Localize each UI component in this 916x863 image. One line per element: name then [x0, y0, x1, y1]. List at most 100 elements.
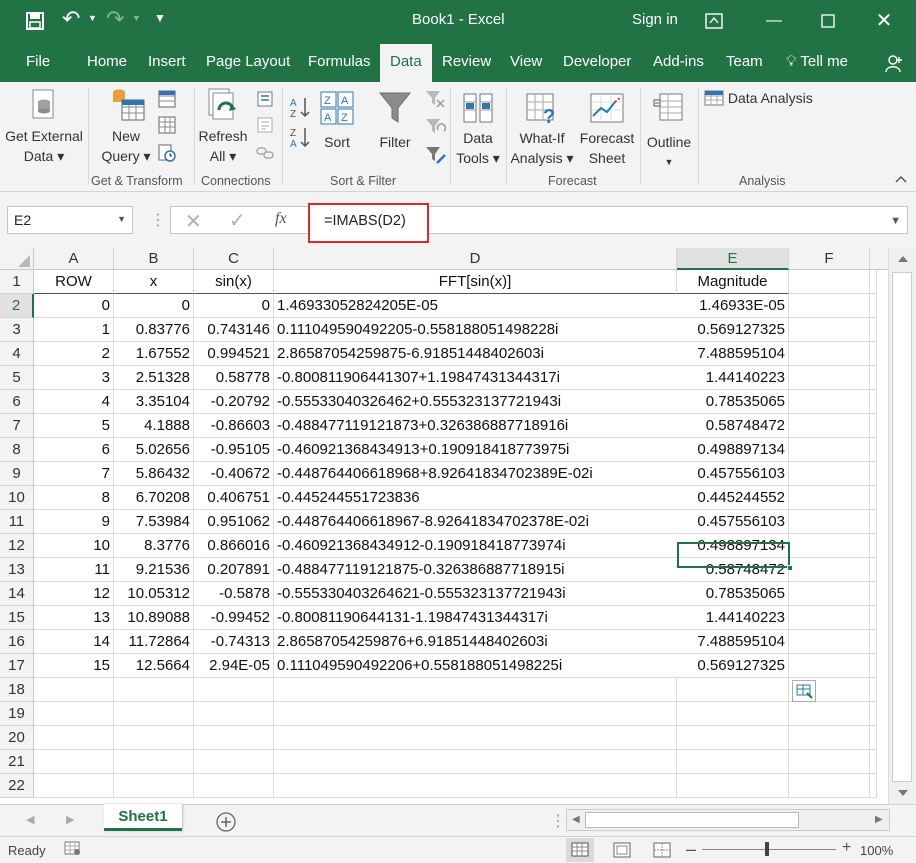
refresh-all-button[interactable]: Refresh All ▾ — [196, 86, 250, 166]
cell-sin-x[interactable]: -0.99452 — [194, 606, 274, 630]
enter-icon[interactable]: ✓ — [229, 208, 246, 233]
normal-view-button[interactable] — [566, 838, 594, 862]
row-header-13[interactable]: 13 — [0, 558, 34, 582]
sort-button[interactable]: Z A A Z Sort — [316, 86, 358, 152]
new-query-button[interactable]: New Query ▾ — [96, 86, 156, 166]
from-table-icon[interactable] — [158, 116, 176, 134]
scroll-right-icon[interactable]: ▶ — [875, 814, 883, 825]
cell-sin-x[interactable]: -0.74313 — [194, 630, 274, 654]
cell-row[interactable]: 7 — [34, 462, 114, 486]
next-sheet-icon[interactable]: ▶ — [66, 813, 74, 826]
select-all-corner[interactable] — [0, 248, 34, 270]
tab-page-layout[interactable]: Page Layout — [206, 53, 290, 70]
cell-row[interactable]: 13 — [34, 606, 114, 630]
header-cell-magnitude[interactable]: Magnitude — [677, 270, 789, 294]
row-header-12[interactable]: 12 — [0, 534, 34, 558]
cell-magnitude[interactable]: 0.58748472 — [677, 414, 789, 438]
cell-magnitude[interactable]: 0.78535065 — [677, 390, 789, 414]
cell-f[interactable] — [789, 606, 870, 630]
undo-dropdown-icon[interactable]: ▼ — [88, 13, 97, 23]
cell-fft[interactable]: -0.55533040326462+0.555323137721943i — [274, 390, 677, 414]
reapply-icon[interactable] — [424, 116, 446, 138]
cell-g[interactable] — [870, 390, 877, 414]
cell-sin-x[interactable]: 0.994521 — [194, 342, 274, 366]
cell-fft[interactable]: -0.448764406618968+8.92641834702389E-02i — [274, 462, 677, 486]
horizontal-scrollbar[interactable]: ◀ ▶ — [566, 809, 890, 831]
filter-button[interactable]: Filter — [372, 86, 418, 152]
row-header-18[interactable]: 18 — [0, 678, 34, 702]
vertical-scrollbar[interactable] — [888, 248, 916, 804]
cell-x[interactable]: 12.5664 — [114, 654, 194, 678]
cell-x[interactable]: 7.53984 — [114, 510, 194, 534]
cell-row[interactable]: 4 — [34, 390, 114, 414]
cell-g[interactable] — [870, 294, 877, 318]
cell-sin-x[interactable]: 0.58778 — [194, 366, 274, 390]
cell-x[interactable]: 2.51328 — [114, 366, 194, 390]
what-if-analysis-button[interactable]: ? What-If Analysis ▾ — [508, 86, 576, 168]
row-header-1[interactable]: 1 — [0, 270, 34, 294]
cell-fft[interactable]: -0.448764406618967-8.92641834702378E-02i — [274, 510, 677, 534]
cell-row[interactable]: 15 — [34, 654, 114, 678]
cell-fft[interactable]: 0.111049590492205-0.558188051498228i — [274, 318, 677, 342]
empty-cell[interactable] — [789, 750, 870, 774]
show-queries-icon[interactable] — [158, 90, 176, 108]
get-external-data-button[interactable]: Get External Data ▾ — [2, 86, 86, 166]
header-cell-sin-x[interactable]: sin(x) — [194, 270, 274, 294]
sort-a-z-icon[interactable]: AZ — [289, 96, 311, 118]
column-header-b[interactable]: B — [114, 248, 194, 270]
empty-cell[interactable] — [274, 750, 677, 774]
empty-cell[interactable] — [789, 702, 870, 726]
close-icon[interactable]: ✕ — [862, 6, 906, 36]
empty-cell[interactable] — [194, 678, 274, 702]
empty-cell[interactable] — [274, 678, 677, 702]
empty-cell[interactable] — [34, 678, 114, 702]
cell-sin-x[interactable]: 0.207891 — [194, 558, 274, 582]
row-header-15[interactable]: 15 — [0, 606, 34, 630]
cell-x[interactable]: 9.21536 — [114, 558, 194, 582]
zoom-in-icon[interactable]: + — [842, 839, 851, 857]
cell-row[interactable]: 1 — [34, 318, 114, 342]
properties-icon[interactable] — [256, 116, 274, 134]
cell-g[interactable] — [870, 438, 877, 462]
horizontal-scroll-thumb[interactable] — [585, 812, 799, 828]
tab-split-grip-icon[interactable]: ⋮ — [550, 811, 566, 831]
cell-row[interactable]: 6 — [34, 438, 114, 462]
sort-z-a-icon[interactable]: ZA — [289, 126, 311, 148]
cell-x[interactable]: 8.3776 — [114, 534, 194, 558]
cell-g[interactable] — [870, 462, 877, 486]
cell-row[interactable]: 5 — [34, 414, 114, 438]
empty-cell[interactable] — [870, 750, 877, 774]
macro-recording-icon[interactable] — [64, 841, 82, 857]
empty-cell[interactable] — [870, 702, 877, 726]
row-header-16[interactable]: 16 — [0, 630, 34, 654]
row-header-19[interactable]: 19 — [0, 702, 34, 726]
cell-row[interactable]: 9 — [34, 510, 114, 534]
data-analysis-button[interactable]: Data Analysis — [704, 88, 824, 108]
column-header-a[interactable]: A — [34, 248, 114, 270]
cell-g[interactable] — [870, 534, 877, 558]
cell-g[interactable] — [870, 606, 877, 630]
cell-f[interactable] — [789, 582, 870, 606]
column-header-e[interactable]: E — [677, 248, 789, 270]
cell-x[interactable]: 11.72864 — [114, 630, 194, 654]
cell-sin-x[interactable]: 0.406751 — [194, 486, 274, 510]
cell-magnitude[interactable]: 0.569127325 — [677, 318, 789, 342]
header-cell-fft[interactable]: FFT[sin(x)] — [274, 270, 677, 294]
scroll-up-icon[interactable] — [897, 254, 909, 264]
cell-f[interactable] — [789, 342, 870, 366]
tell-me-box[interactable]: 💡︎ Tell me — [786, 53, 848, 70]
empty-cell[interactable] — [34, 774, 114, 798]
tab-insert[interactable]: Insert — [148, 53, 186, 70]
empty-cell[interactable] — [677, 678, 789, 702]
tab-data[interactable]: Data — [380, 44, 432, 82]
cell-x[interactable]: 6.70208 — [114, 486, 194, 510]
row-header-3[interactable]: 3 — [0, 318, 34, 342]
cell-f[interactable] — [789, 414, 870, 438]
fx-icon[interactable]: fx — [275, 210, 287, 228]
cell-fft[interactable]: 2.86587054259875-6.91851448402603i — [274, 342, 677, 366]
row-header-2[interactable]: 2 — [0, 294, 34, 318]
row-header-11[interactable]: 11 — [0, 510, 34, 534]
undo-icon[interactable]: ↶ — [62, 6, 80, 32]
empty-cell[interactable] — [677, 774, 789, 798]
data-tools-button[interactable]: Data Tools ▾ — [452, 86, 504, 168]
